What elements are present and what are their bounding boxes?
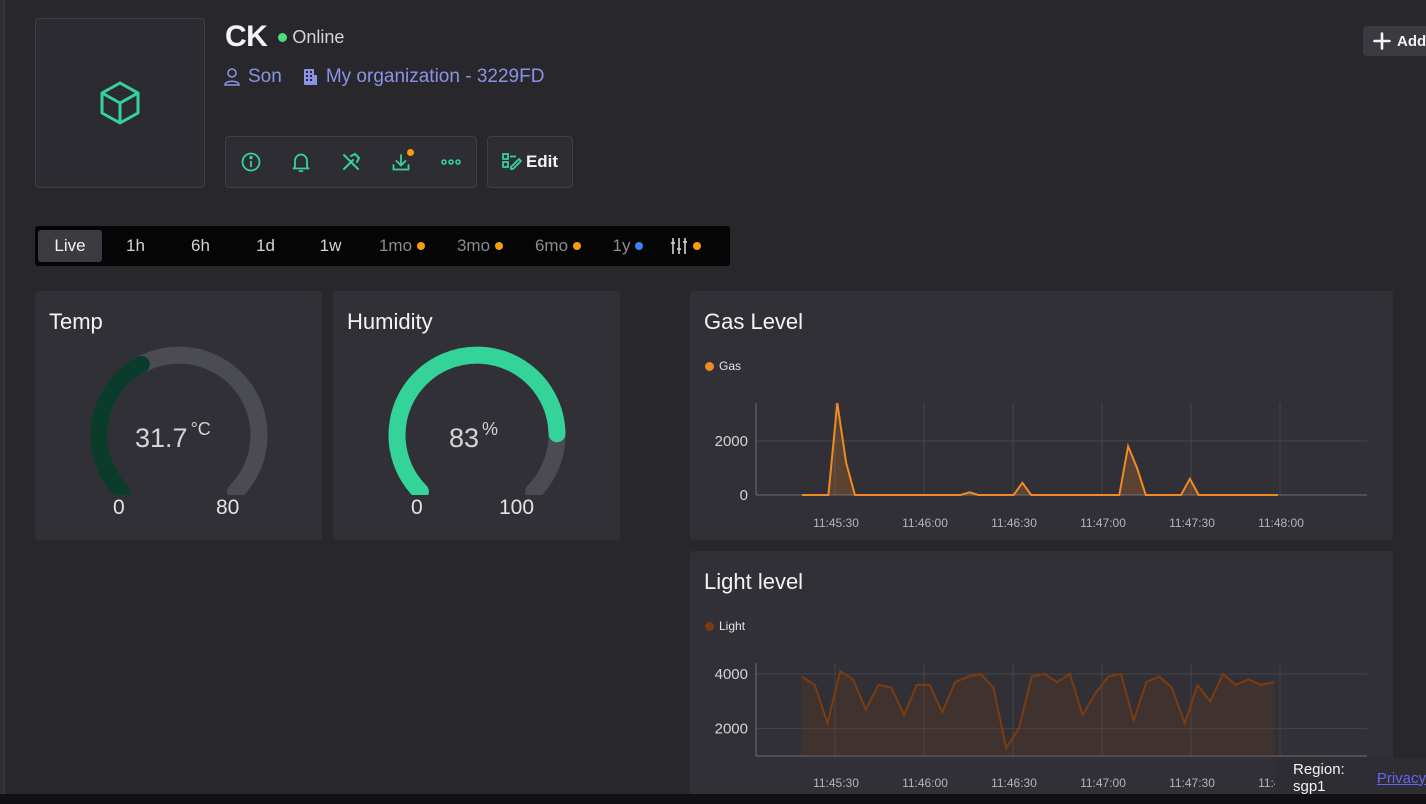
humidity-unit: % xyxy=(482,419,499,439)
x-tick-label: 11:47:30 xyxy=(1169,776,1215,790)
device-status: Online xyxy=(292,26,345,47)
range-label: 1d xyxy=(256,236,275,255)
edit-button[interactable]: Edit xyxy=(487,136,573,188)
range-label: 1y xyxy=(612,236,631,255)
y-tick-label: 2000 xyxy=(715,721,748,738)
humidity-gauge xyxy=(388,346,566,495)
edit-icon xyxy=(502,153,522,170)
x-tick-label: 11:47:00 xyxy=(1080,776,1126,790)
sliders-icon xyxy=(670,238,687,254)
range-label: 3mo xyxy=(456,236,491,255)
range-label: 6h xyxy=(191,236,210,255)
temp-min: 0 xyxy=(113,496,125,519)
premium-dot xyxy=(692,242,701,250)
privacy-link[interactable]: Privacy xyxy=(1377,770,1426,787)
range-6h[interactable]: 6h xyxy=(169,230,232,262)
x-tick-label: 11:48:00 xyxy=(1258,516,1304,530)
owner-link[interactable]: Son xyxy=(224,66,282,88)
premium-dot xyxy=(635,242,644,250)
x-tick-label: 11:47:30 xyxy=(1169,516,1215,530)
series-line xyxy=(802,402,1278,496)
series-area xyxy=(802,403,1278,495)
more-button[interactable] xyxy=(426,137,476,187)
x-tick-label: 11:45:30 xyxy=(813,516,859,530)
time-range-selector: Live 1h 6h 1d 1w 1mo 3mo 6mo 1y xyxy=(35,226,730,266)
download-button[interactable] xyxy=(376,137,426,187)
plus-icon xyxy=(1373,32,1391,50)
organization-name: My organization - 3229FD xyxy=(325,66,545,87)
range-1d[interactable]: 1d xyxy=(234,230,297,262)
device-name: CK xyxy=(225,20,268,53)
temp-max: 80 xyxy=(216,496,240,519)
humidity-value: 83% xyxy=(449,419,498,454)
range-label: 1w xyxy=(319,236,342,255)
building-icon xyxy=(303,69,317,85)
humidity-max: 100 xyxy=(499,496,535,519)
more-icon xyxy=(441,159,461,165)
custom-range-button[interactable] xyxy=(660,230,710,262)
temp-title: Temp xyxy=(49,309,103,334)
user-icon xyxy=(224,68,240,86)
tools-icon xyxy=(343,152,361,170)
temp-number: 31.7 xyxy=(135,423,188,453)
gas-chart: 11:45:30 11:46:00 11:46:30 11:47:00 11:47:30… xyxy=(715,402,1367,530)
range-live[interactable]: Live xyxy=(38,230,102,262)
x-tick-label: 11:46:30 xyxy=(991,516,1037,530)
range-1mo[interactable]: 1mo xyxy=(364,230,440,262)
series-area xyxy=(802,671,1274,756)
bell-icon xyxy=(292,153,310,172)
add-button[interactable]: Add xyxy=(1363,26,1426,56)
humidity-title: Humidity xyxy=(347,309,433,334)
download-badge xyxy=(407,149,414,156)
device-meta: Son My organization - 3229FD xyxy=(224,66,564,88)
humidity-card: Humidity 83% 0 100 xyxy=(333,291,620,540)
region-label: Region: sgp1 xyxy=(1293,761,1345,795)
range-label: 1h xyxy=(126,236,145,255)
humidity-min: 0 xyxy=(411,496,423,519)
x-tick-label: 11:45:30 xyxy=(813,776,859,790)
y-tick-label: 4000 xyxy=(715,666,748,683)
range-3mo[interactable]: 3mo xyxy=(442,230,518,262)
x-tick-label: 11:46:00 xyxy=(902,516,948,530)
add-label: Add xyxy=(1397,32,1426,50)
range-1y[interactable]: 1y xyxy=(598,230,658,262)
range-1h[interactable]: 1h xyxy=(104,230,167,262)
x-tick-label: 11:46:00 xyxy=(902,776,948,790)
cube-icon xyxy=(100,81,140,125)
range-label: 6mo xyxy=(534,236,569,255)
tools-button[interactable] xyxy=(326,137,376,187)
info-icon xyxy=(241,152,261,172)
edit-label: Edit xyxy=(525,152,559,171)
notifications-button[interactable] xyxy=(276,137,326,187)
range-label: Live xyxy=(54,236,86,255)
action-toolbar xyxy=(225,136,477,188)
status-dot xyxy=(278,32,288,42)
organization-link[interactable]: My organization - 3229FD xyxy=(302,66,545,88)
temp-card: Temp 31.7 °C 0 80 xyxy=(35,291,322,540)
temp-value: 31.7 °C xyxy=(135,419,211,454)
left-border xyxy=(0,0,5,804)
region-footer: Region: sgp1 Privacy xyxy=(1275,758,1426,798)
bottom-bar xyxy=(0,794,1426,804)
info-button[interactable] xyxy=(226,137,276,187)
range-1w[interactable]: 1w xyxy=(299,230,362,262)
humidity-number: 83 xyxy=(449,423,480,453)
temp-gauge xyxy=(90,346,268,495)
y-tick-label: 0 xyxy=(740,487,748,504)
range-6mo[interactable]: 6mo xyxy=(520,230,596,262)
premium-dot xyxy=(417,242,426,250)
premium-dot xyxy=(573,242,582,250)
temp-unit: °C xyxy=(190,419,211,439)
x-tick-label: 11:47:00 xyxy=(1080,516,1126,530)
x-tick-label: 11:46:30 xyxy=(991,776,1037,790)
premium-dot xyxy=(495,242,504,250)
device-title: CK Online xyxy=(225,20,344,54)
gas-chart-card: Gas Level Gas 11:45:30 11:46:00 11:46:30 11… xyxy=(690,291,1393,540)
range-label: 1mo xyxy=(378,236,413,255)
owner-name: Son xyxy=(248,66,282,87)
device-image xyxy=(35,18,205,188)
y-tick-label: 2000 xyxy=(715,433,748,450)
